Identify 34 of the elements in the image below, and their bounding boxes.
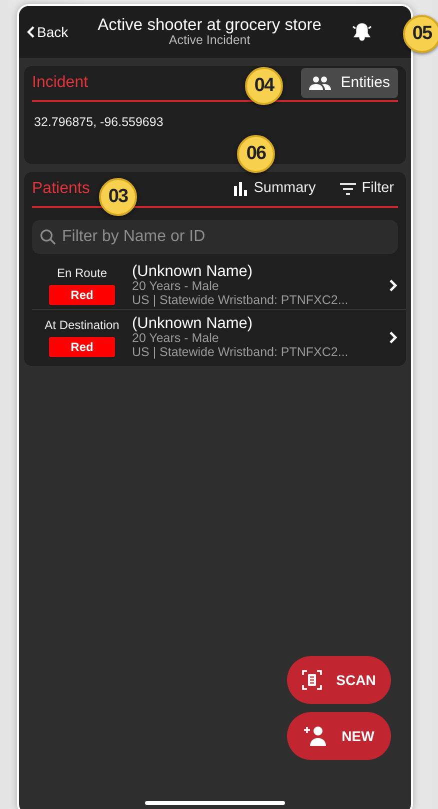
chevron-right-icon — [389, 278, 398, 292]
patient-identifier: US | Statewide Wristband: PTNFXC2... — [132, 346, 350, 360]
people-icon — [308, 76, 331, 90]
chevron-left-icon — [27, 26, 35, 38]
bell-icon[interactable] — [351, 22, 373, 42]
filter-button[interactable]: Filter — [340, 178, 394, 200]
status-text: En Route — [56, 264, 108, 282]
patient-name: (Unknown Name) — [132, 262, 254, 280]
status-text: At Destination — [44, 317, 120, 334]
scan-button[interactable]: SCAN — [287, 656, 391, 704]
patient-age-sex: 20 Years - Male — [132, 280, 219, 294]
patient-row[interactable]: At Destination Red (Unknown Name) 20 Years - Male US | Statewide Wristband: PTNFXC2... — [32, 309, 406, 362]
search-field[interactable]: Filter by Name or ID — [32, 220, 398, 254]
back-button[interactable]: Back — [27, 22, 68, 42]
incident-title: Active shooter at grocery store — [96, 16, 322, 34]
new-button[interactable]: NEW — [287, 712, 391, 760]
triage-badge: Red — [49, 284, 115, 305]
filter-icon — [340, 182, 356, 195]
chevron-right-icon — [389, 331, 398, 344]
entities-button[interactable]: Entities — [300, 68, 398, 98]
patient-age-sex: 20 Years - Male — [132, 332, 219, 346]
patient-name: (Unknown Name) — [132, 315, 254, 332]
callout-marker: 05 — [403, 15, 438, 53]
summary-button[interactable]: Summary — [234, 178, 316, 200]
scan-icon — [302, 670, 322, 690]
incident-subtitle: Active Incident — [168, 34, 250, 48]
add-person-icon — [304, 726, 328, 746]
patient-row[interactable]: En Route Red (Unknown Name) 20 Years - Male US | Statewide Wristband: PTNFXC2... — [32, 258, 406, 310]
coordinates-text: 32.796875, -96.559693 — [34, 115, 164, 129]
section-heading: Incident — [32, 73, 88, 93]
bar-chart-icon — [234, 182, 248, 196]
patient-identifier: US | Statewide Wristband: PTNFXC2... — [132, 294, 350, 308]
triage-badge: Red — [49, 337, 115, 358]
section-heading: Patients — [32, 178, 90, 199]
